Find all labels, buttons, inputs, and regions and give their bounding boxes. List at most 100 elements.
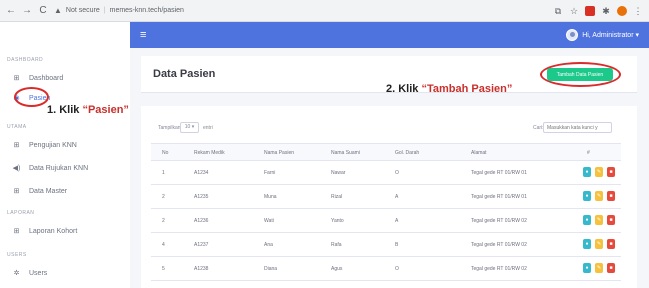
add-patient-button[interactable]: Tambah Data Pasien [547,68,613,81]
table-cell: A1238 [194,266,209,272]
annotation-step-1: 1. Klik “Pasien” [47,104,129,116]
table-cell: A1234 [194,170,209,176]
table-cell: Tegal gede RT 01/RW 02 [471,266,527,272]
user-menu[interactable]: Hi, Administrator ▾ [566,29,639,41]
grid-icon: ⊞ [13,142,20,149]
table-cell: 5 [162,266,165,272]
sidebar-item-label: Dashboard [29,74,64,82]
profile-icon[interactable] [617,5,627,16]
entries-label: entri [203,125,213,131]
annotation-step-2-prefix: 2. Klik [386,83,422,95]
address-bar[interactable]: ▲ Not secure | memes-knn.tech/pasien [54,3,184,18]
sidebar-item-data-master[interactable]: ⊞ Data Master [12,187,68,196]
browser-actions: ⧉ ☆ ✱ ⋮ [553,5,643,16]
column-header[interactable]: Nama Suami [331,150,360,156]
trash-icon[interactable]: ■ [607,167,615,177]
sidebar-item-data-rujukan-knn[interactable]: ◀) Data Rujukan KNN [12,164,89,173]
eye-icon[interactable]: ● [583,239,591,249]
table-cell: Tegal gede RT 01/RW 02 [471,218,527,224]
menu-dots-icon[interactable]: ⋮ [633,6,643,16]
sidebar-item-laporan-kohort[interactable]: ⊞ Laporan Kohort [12,227,78,236]
search-label: Cari: [533,125,544,131]
forward-icon[interactable]: → [22,5,32,16]
column-header[interactable]: Rekam Medik [194,150,225,156]
table-cell: Ana [264,242,273,248]
table-header: No Rekam Medik Nama Pasien Nama Suami Go… [151,143,621,161]
section-laporan: LAPORAN [7,210,35,216]
eye-icon[interactable]: ● [583,263,591,273]
users-icon: ✲ [13,270,20,277]
sidebar-item-pengujian-knn[interactable]: ⊞ Pengujian KNN [12,141,77,150]
column-header[interactable]: Nama Pasien [264,150,294,156]
reload-icon[interactable]: C [38,5,48,16]
table-cell: 1 [162,170,165,176]
edit-icon[interactable]: ✎ [595,239,603,249]
eye-icon[interactable]: ● [583,191,591,201]
table-cell: Muna [264,194,277,200]
eye-icon[interactable]: ● [583,167,591,177]
annotation-step-1-prefix: 1. Klik [47,104,83,116]
table-row: 2 A1235 Muna Rizal A Tegal gede RT 01/RW 01 ● ✎… [151,185,621,209]
data-table-card: Tampilkan 10 ▾ entri Cari: No Rekam Medi… [141,106,637,288]
page-title: Data Pasien [153,68,216,80]
table-cell: Tegal gede RT 01/RW 01 [471,194,527,200]
table-row: 5 A1238 Diana Agus O Tegal gede RT 01/RW 02 ● ✎… [151,257,621,281]
table-cell: B [395,242,399,248]
table-controls: Tampilkan 10 ▾ entri Cari: [158,122,628,136]
puzzle-icon[interactable]: ✱ [601,6,611,16]
annotation-step-2-target: “Tambah Pasien” [421,83,513,95]
annotation-step-1-target: “Pasien” [82,104,129,116]
edit-icon[interactable]: ✎ [595,191,603,201]
edit-icon[interactable]: ✎ [595,263,603,273]
topbar: ≡ Hi, Administrator ▾ [130,22,649,48]
table-row: 4 A1237 Ana Rafa B Tegal gede RT 01/RW 02 ● ✎ ■ [151,233,621,257]
sidebar-item-label: Users [29,269,48,277]
avatar [566,29,579,41]
show-label: Tampilkan [158,125,181,131]
section-dashboard: DASHBOARD [7,57,44,63]
table-cell: 2 [162,218,165,224]
url-text: memes-knn.tech/pasien [109,7,184,14]
section-utama: UTAMA [7,124,27,130]
sidebar-item-label: Data Master [29,187,68,195]
star-icon[interactable]: ☆ [569,6,579,16]
eye-icon[interactable]: ● [583,215,591,225]
table-cell: Agus [331,266,343,272]
annotation-step-2: 2. Klik “Tambah Pasien” [386,83,512,95]
sidebar-item-users[interactable]: ✲ Users [12,269,48,278]
column-header[interactable]: No [162,150,168,156]
sidebar-item-dashboard[interactable]: ⊞ Dashboard [12,74,64,83]
trash-icon[interactable]: ■ [607,239,615,249]
table-cell: A1237 [194,242,209,248]
column-header[interactable]: Alamat [471,150,487,156]
grid-icon: ⊞ [13,75,20,82]
table-cell: Rafa [331,242,342,248]
back-icon[interactable]: ← [6,5,16,16]
grid-icon: ⊞ [13,228,20,235]
table-cell: O [395,170,399,176]
security-label: Not secure [65,7,100,14]
table-cell: A [395,218,399,224]
entries-select[interactable]: 10 ▾ [180,122,199,133]
edit-icon[interactable]: ✎ [595,167,603,177]
speaker-icon: ◀) [12,165,21,172]
trash-icon[interactable]: ■ [607,215,615,225]
table-cell: Diana [264,266,278,272]
trash-icon[interactable]: ■ [607,263,615,273]
user-name: Hi, Administrator ▾ [582,32,639,39]
table-cell: Wati [264,218,274,224]
extension-icon[interactable]: ⧉ [553,6,563,16]
table-cell: A1235 [194,194,209,200]
table-cell: O [395,266,399,272]
trash-icon[interactable]: ■ [607,191,615,201]
column-header[interactable]: Gol. Darah [395,150,419,156]
pasien-highlight-circle [14,87,49,107]
search-input[interactable] [543,122,612,133]
table-cell: Tegal gede RT 01/RW 02 [471,242,527,248]
table-cell: Nawar [331,170,346,176]
sidebar-item-label: Laporan Kohort [29,227,78,235]
table-cell: 4 [162,242,165,248]
hamburger-icon[interactable]: ≡ [140,29,146,41]
extension-red-icon[interactable] [585,5,595,16]
edit-icon[interactable]: ✎ [595,215,603,225]
